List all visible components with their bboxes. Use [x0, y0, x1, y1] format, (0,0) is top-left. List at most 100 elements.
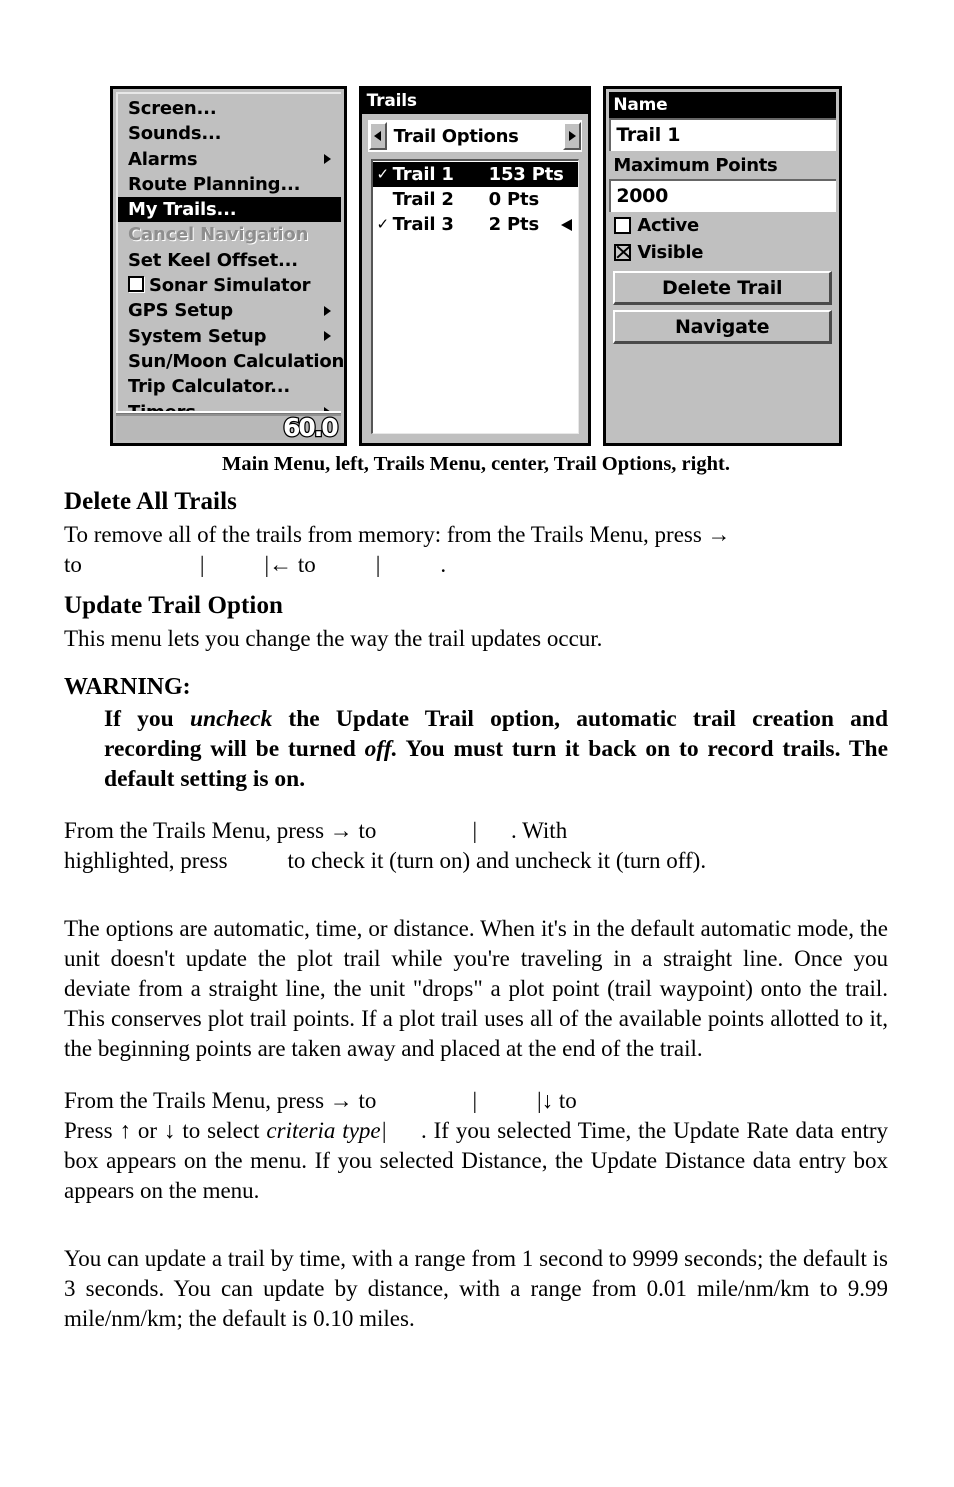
cursor-arrow-icon — [561, 218, 573, 231]
navigate-button[interactable]: Navigate — [613, 310, 832, 344]
paragraph-options-automatic: The options are automatic, time, or dist… — [64, 916, 888, 1061]
trail-points: 153 Pts — [488, 164, 564, 185]
menu-item-label: Sonar Simulator — [149, 275, 311, 297]
warning-part-1: If you — [104, 706, 174, 732]
from-trails2-1a: From the Trails Menu, press → to — [64, 1088, 377, 1113]
delete-all-line2-e: . — [440, 552, 447, 577]
figure-screenshots: Screen... Sounds... Alarms Route Plannin… — [110, 86, 842, 446]
menu-item-label: Route Planning... — [128, 173, 301, 195]
trail-list-item[interactable]: ✓ Trail 1 153 Pts — [372, 162, 579, 187]
menu-item-set-keel-offset[interactable]: Set Keel Offset... — [118, 248, 341, 273]
trail-options-panel: Name Trail 1 Maximum Points 2000 Active … — [603, 86, 842, 446]
spinner-value: Trail Options — [393, 125, 519, 147]
menu-item-trip-calculator[interactable]: Trip Calculator... — [118, 374, 341, 399]
menu-item-sounds[interactable]: Sounds... — [118, 121, 341, 146]
main-menu-panel: Screen... Sounds... Alarms Route Plannin… — [110, 86, 347, 446]
check-icon: ✓ — [376, 215, 389, 233]
warning-title: WARNING: — [64, 674, 191, 700]
checkbox-unchecked-icon[interactable] — [128, 276, 144, 293]
from-trails2-1c: |↓ to — [537, 1088, 577, 1113]
menu-item-label: Set Keel Offset... — [128, 249, 298, 271]
menu-item-label: Sounds... — [128, 123, 222, 145]
paragraph-from-trails-menu-2: From the Trails Menu, press → to | |↓ to — [64, 1086, 888, 1116]
criteria-type-italic: criteria type| — [266, 1118, 387, 1143]
from-trails-2b: to check it (turn on) and uncheck it (tu… — [287, 848, 707, 873]
menu-item-label: Trip Calculator... — [128, 376, 291, 398]
maximum-points-label: Maximum Points — [613, 155, 778, 176]
chevron-left-icon — [374, 131, 382, 141]
menu-item-label: My Trails... — [128, 199, 237, 221]
from-trails-1c: . With — [511, 818, 568, 843]
from-trails2-2a: Press ↑ or ↓ to select — [64, 1118, 260, 1143]
trail-points: 2 Pts — [488, 214, 540, 235]
from-trails-2a: highlighted, press — [64, 848, 228, 873]
menu-item-sun-moon-calculations[interactable]: Sun/Moon Calculations... — [118, 349, 344, 374]
paragraph-update-ranges: You can update a trail by time, with a r… — [64, 1246, 888, 1331]
menu-item-label: GPS Setup — [128, 300, 233, 322]
main-menu-list: Screen... Sounds... Alarms Route Plannin… — [116, 92, 344, 440]
delete-all-line2-a: to — [64, 552, 82, 577]
spinner-right-button[interactable] — [563, 122, 582, 150]
submenu-arrow-icon — [323, 306, 331, 317]
trail-options-spinner[interactable]: Trail Options — [367, 120, 583, 152]
submenu-arrow-icon — [323, 331, 331, 342]
from-trails2-1b: | — [472, 1088, 478, 1113]
figure-caption: Main Menu, left, Trails Menu, center, Tr… — [222, 453, 730, 475]
paragraph-delete-all-trails: To remove all of the trails from memory:… — [64, 520, 888, 580]
trail-list-item[interactable]: ✓ Trail 3 2 Pts — [373, 212, 579, 237]
warning-uncheck-italic: uncheck — [189, 706, 273, 732]
paragraph-criteria-type: Press ↑ or ↓ to select criteria type|. I… — [64, 1116, 888, 1206]
maximum-points-input[interactable]: 2000 — [609, 179, 836, 212]
heading-delete-all-trails: Delete All Trails — [64, 488, 237, 515]
menu-item-screen[interactable]: Screen... — [118, 96, 341, 121]
paragraph-update-trail-intro: This menu lets you change the way the tr… — [64, 626, 603, 651]
menu-item-label: Alarms — [128, 148, 198, 170]
active-checkbox-row[interactable]: Active — [609, 212, 836, 239]
from-trails-1a: From the Trails Menu, press → to — [64, 818, 377, 843]
menu-item-my-trails[interactable]: My Trails... — [118, 197, 341, 223]
trail-name: Trail 1 — [392, 164, 454, 185]
check-icon: ✓ — [376, 165, 389, 183]
name-title: Name — [609, 92, 836, 118]
trail-list-item[interactable]: Trail 2 0 Pts — [373, 187, 579, 212]
trail-name: Trail 2 — [392, 189, 454, 210]
menu-item-gps-setup[interactable]: GPS Setup — [118, 298, 341, 323]
trails-body: Trail Options ✓ Trail 1 153 Pts Trail 2 … — [364, 117, 586, 440]
warning-paragraph: If you uncheck the Update Trail option, … — [104, 704, 888, 794]
menu-item-cancel-navigation: Cancel Navigation — [118, 222, 341, 247]
trail-list: ✓ Trail 1 153 Pts Trail 2 0 Pts ✓ Trail … — [370, 159, 580, 434]
delete-all-line1: To remove all of the trails from memory:… — [64, 522, 731, 547]
menu-item-alarms[interactable]: Alarms — [118, 147, 341, 172]
menu-item-label: Screen... — [128, 98, 217, 119]
visible-checkbox-row[interactable]: Visible — [609, 239, 836, 266]
trail-options-body: Name Trail 1 Maximum Points 2000 Active … — [609, 92, 836, 440]
checkbox-checked-icon[interactable] — [614, 244, 632, 261]
trails-menu-panel: Trails Trail Options ✓ Trail 1 153 Pts T… — [358, 86, 592, 446]
delete-all-line2-b: | — [199, 552, 205, 577]
delete-trail-button[interactable]: Delete Trail — [613, 271, 832, 305]
trail-points: 0 Pts — [488, 189, 540, 210]
trail-name-input[interactable]: Trail 1 — [609, 118, 836, 151]
submenu-arrow-icon — [323, 154, 331, 165]
menu-item-label: System Setup — [128, 325, 267, 347]
visible-label: Visible — [637, 242, 704, 263]
status-bar: 60.0 — [116, 413, 341, 443]
menu-item-system-setup[interactable]: System Setup — [118, 324, 341, 349]
delete-all-line2-d: | — [375, 552, 381, 577]
depth-readout: 60.0 — [282, 413, 340, 443]
spinner-left-button[interactable] — [368, 122, 387, 150]
chevron-right-icon — [568, 131, 576, 141]
menu-item-label: Sun/Moon Calculations... — [128, 350, 345, 372]
document-body: Delete All Trails To remove all of the t… — [64, 486, 888, 1334]
paragraph-from-trails-menu-1: From the Trails Menu, press → to | . With h… — [64, 816, 888, 876]
warning-off-italic: off. — [364, 736, 398, 762]
menu-item-sonar-simulator[interactable]: Sonar Simulator — [118, 273, 341, 298]
from-trails-1b: | — [472, 818, 478, 843]
active-label: Active — [637, 215, 699, 236]
menu-item-label: Cancel Navigation — [128, 224, 309, 246]
trail-name: Trail 3 — [392, 214, 454, 235]
trails-title: Trails — [361, 89, 589, 114]
checkbox-unchecked-icon[interactable] — [614, 217, 632, 234]
heading-update-trail-option: Update Trail Option — [64, 592, 284, 619]
menu-item-route-planning[interactable]: Route Planning... — [118, 172, 341, 197]
